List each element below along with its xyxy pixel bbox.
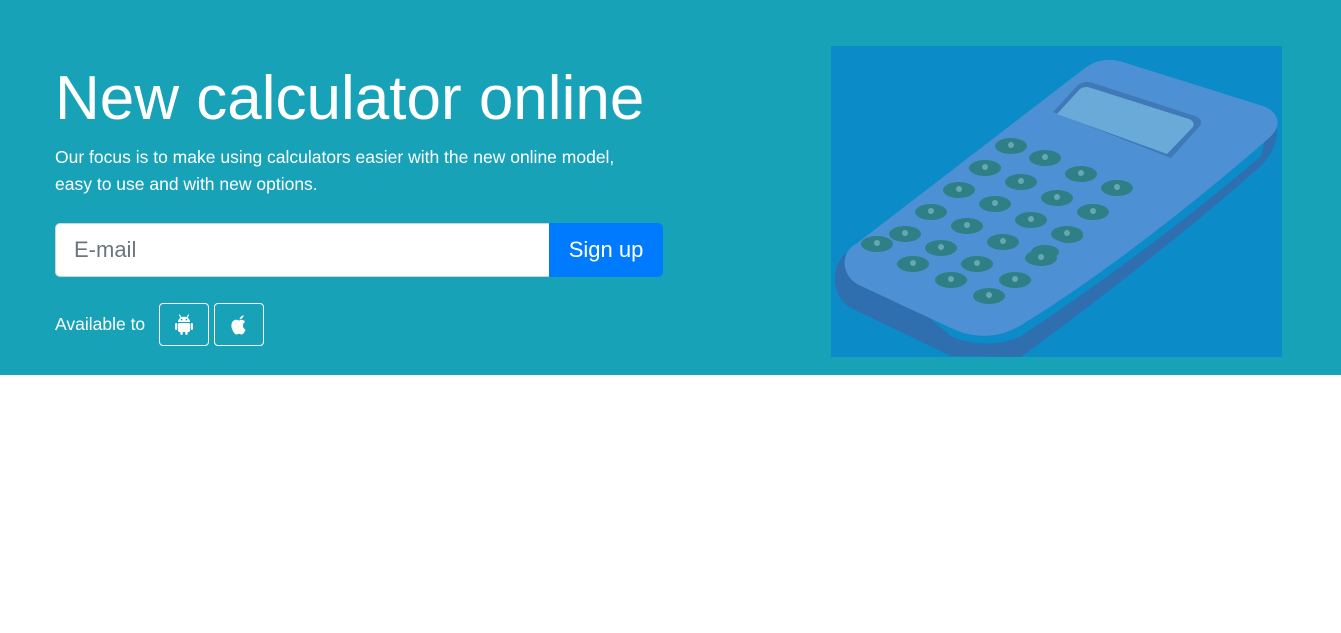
apple-icon — [229, 314, 249, 336]
availability-label: Available to — [55, 314, 146, 334]
apple-button[interactable] — [214, 303, 265, 346]
calculator-illustration — [831, 46, 1282, 357]
android-icon — [174, 313, 194, 336]
availability-row: Available to — [55, 303, 269, 346]
page-title: New calculator online — [55, 64, 645, 133]
email-field[interactable] — [55, 223, 549, 277]
hero-description: Our focus is to make using calculators e… — [55, 147, 615, 194]
hero-section: New calculator online Our focus is to ma… — [0, 0, 1341, 375]
signup-button[interactable]: Sign up — [549, 223, 663, 277]
signup-form: Sign up — [55, 223, 663, 277]
android-button[interactable] — [159, 303, 210, 346]
